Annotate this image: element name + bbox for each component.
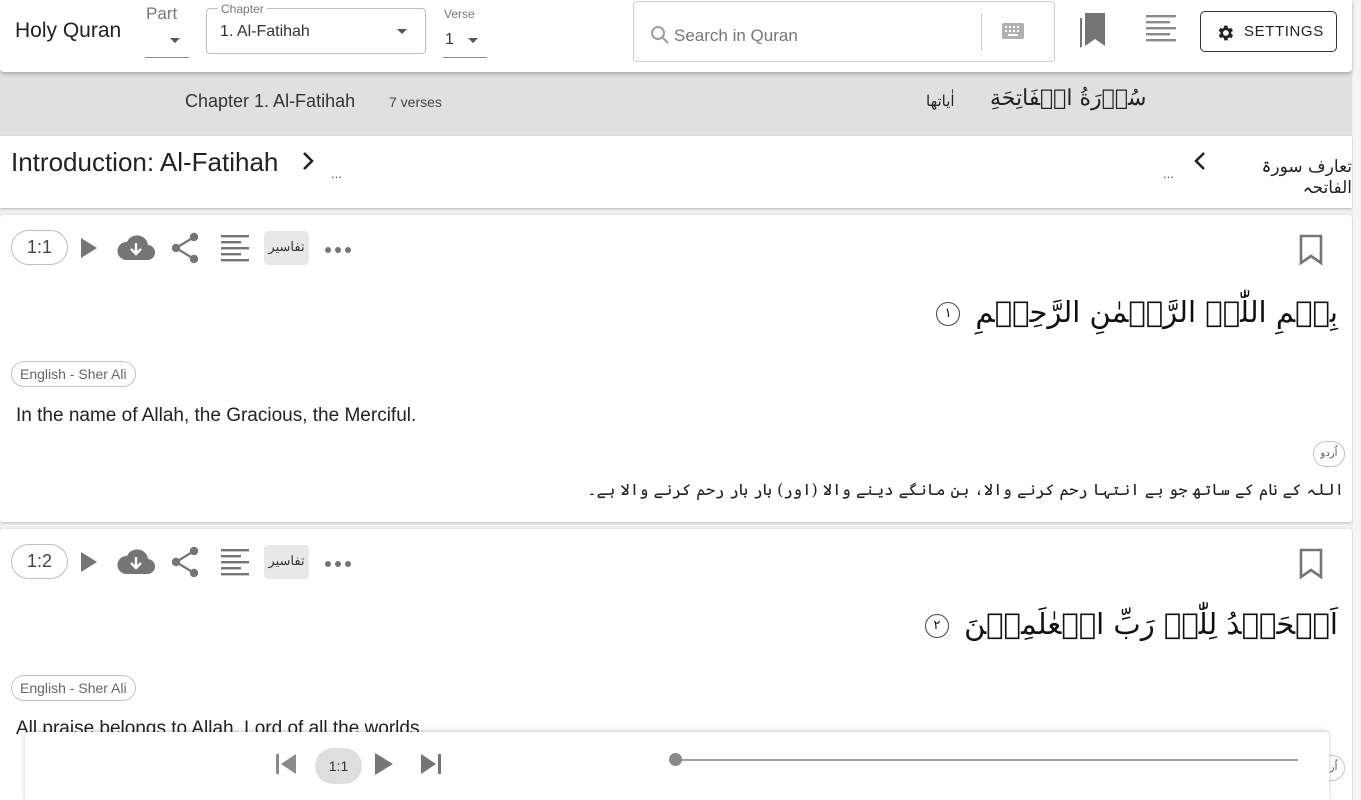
part-select-underline [145, 57, 189, 58]
verse-number-chip[interactable]: 1:2 [11, 544, 68, 579]
verse-arabic-text: اَلۡحَمۡدُ لِلّٰہِ رَبِّ الۡعٰلَمِیۡنَ [964, 607, 1338, 641]
app-title: Holy Quran [15, 19, 122, 42]
introduction-more-left[interactable]: ... [331, 166, 342, 181]
progress-track[interactable] [675, 759, 1298, 761]
progress-thumb[interactable] [668, 753, 682, 766]
settings-label: SETTINGS [1244, 23, 1324, 40]
bookmark-icon[interactable] [1298, 234, 1324, 266]
verse-select-underline [443, 57, 487, 58]
translation-name-chip[interactable]: English - Sher Ali [11, 361, 136, 387]
notes-icon[interactable] [220, 547, 250, 577]
verse-card: 1:1 تفاسیر بِسۡمِ اللّٰہِ الرَّحۡمٰنِ ال… [0, 215, 1352, 522]
urdu-translation-chip[interactable]: اُردو [1313, 441, 1345, 467]
share-icon[interactable] [170, 232, 200, 264]
download-icon[interactable] [116, 233, 156, 263]
chapter-title: Chapter 1. Al-Fatihah [185, 91, 356, 111]
verse-arabic: اَلۡحَمۡدُ لِلّٰہِ رَبِّ الۡعٰلَمِیۡنَ ٢ [924, 607, 1338, 641]
app-bar: Holy Quran Part Chapter 1. Al-Fatihah Ve… [0, 0, 1352, 72]
introduction-title[interactable]: Introduction: Al-Fatihah [11, 147, 278, 178]
introduction-card[interactable]: Introduction: Al-Fatihah ... ... تعارف س… [0, 136, 1352, 208]
notes-icon[interactable] [220, 233, 250, 263]
chapter-select-label: Chapter [218, 2, 267, 16]
verse-arabic: بِسۡمِ اللّٰہِ الرَّحۡمٰنِ الرَّحِیۡمِ ١ [936, 295, 1338, 329]
search-icon [650, 25, 670, 45]
skip-previous-icon[interactable] [274, 752, 298, 776]
urdu-translation-text: اللہ کے نام کے ساتھ جو بے انتہا رحم کرنے… [587, 480, 1344, 499]
introduction-more-right[interactable]: ... [1163, 166, 1174, 181]
bookmarks-icon[interactable] [1076, 11, 1110, 49]
verse-dropdown-caret-icon[interactable] [468, 38, 478, 43]
skip-next-icon[interactable] [419, 752, 443, 776]
more-icon[interactable] [324, 560, 352, 568]
audio-player: 1:1 [25, 732, 1329, 800]
verse-count: 7 verses [389, 94, 442, 110]
translation-name-chip[interactable]: English - Sher Ali [11, 675, 136, 701]
introduction-urdu-title[interactable]: تعارف سورۃ الفاتحہ [1226, 156, 1352, 198]
chapter-header: Chapter 1. Al-Fatihah 7 verses سُوۡرَةُ … [0, 71, 1352, 136]
ayat-label-arabic: اٰیاتھا [926, 92, 955, 110]
verse-select-label: Verse [444, 7, 475, 21]
bookmark-icon[interactable] [1298, 548, 1324, 580]
tafasir-button[interactable]: تفاسیر [264, 545, 309, 579]
table-of-contents-icon[interactable] [1145, 14, 1177, 44]
play-icon[interactable] [373, 751, 395, 777]
verse-arabic-text: بِسۡمِ اللّٰہِ الرَّحۡمٰنِ الرَّحِیۡمِ [975, 295, 1338, 329]
play-icon[interactable] [79, 236, 99, 260]
part-dropdown-caret-icon[interactable] [170, 38, 180, 43]
search-input[interactable] [674, 24, 974, 48]
surah-name-arabic: سُوۡرَةُ الۡفَاتِحَةِ [990, 86, 1147, 111]
ayah-number-marker: ١ [936, 302, 961, 326]
gear-icon [1215, 23, 1235, 43]
download-icon[interactable] [116, 547, 156, 577]
more-icon[interactable] [324, 246, 352, 254]
ayah-number-marker: ٢ [924, 614, 949, 638]
verse-select-value[interactable]: 1 [445, 31, 454, 49]
keyboard-icon[interactable] [1001, 22, 1025, 40]
translation-text: In the name of Allah, the Gracious, the … [16, 405, 417, 426]
chevron-right-icon[interactable] [300, 151, 316, 171]
chevron-left-icon[interactable] [1192, 151, 1208, 171]
search-divider [981, 14, 982, 50]
tafasir-button[interactable]: تفاسیر [264, 231, 309, 265]
settings-button[interactable]: SETTINGS [1200, 11, 1337, 52]
chapter-select-value[interactable]: 1. Al-Fatihah [220, 23, 310, 41]
scrollbar-track[interactable] [1353, 0, 1361, 800]
share-icon[interactable] [170, 546, 200, 578]
play-icon[interactable] [79, 550, 99, 574]
verse-number-chip[interactable]: 1:1 [11, 230, 68, 265]
part-select-label[interactable]: Part [146, 4, 177, 24]
player-current-verse[interactable]: 1:1 [315, 748, 362, 784]
chapter-dropdown-caret-icon[interactable] [397, 29, 407, 34]
